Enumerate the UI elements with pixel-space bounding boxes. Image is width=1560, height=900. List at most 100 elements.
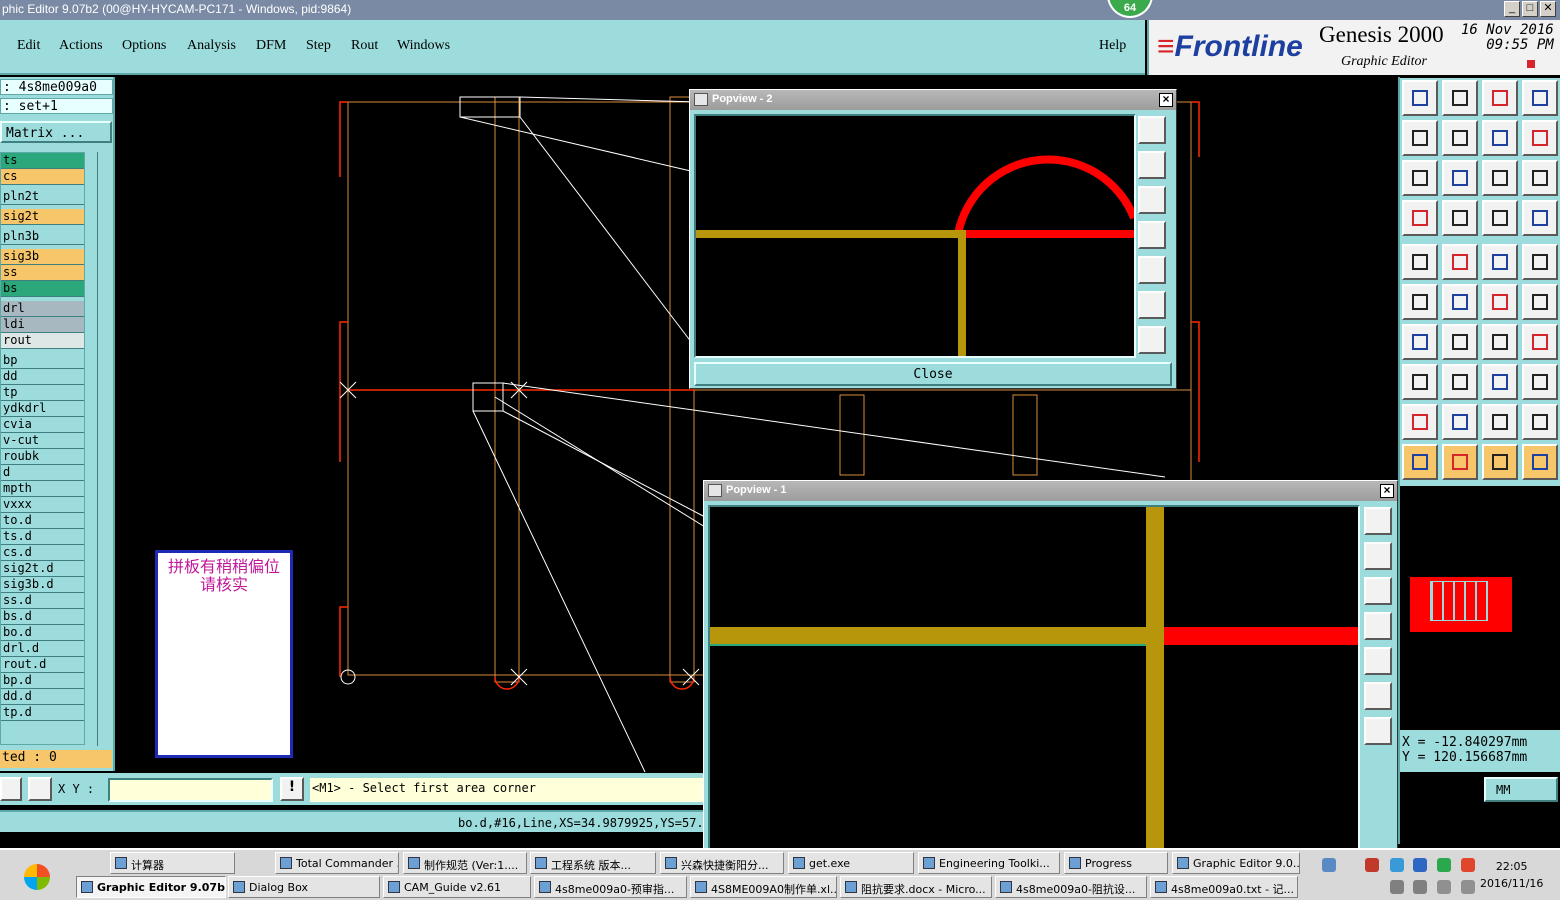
measure-icon[interactable] <box>1402 200 1438 236</box>
layer-row-to-d[interactable]: to.d <box>1 513 84 529</box>
layer-row-bp[interactable]: bp <box>1 353 84 369</box>
task-button[interactable]: CAM_Guide v2.61 <box>383 876 531 898</box>
pointer-tool-4-icon[interactable] <box>1522 444 1558 480</box>
layer-row-d[interactable]: d <box>1 465 84 481</box>
popview-zoom-icon-1[interactable] <box>1364 507 1392 535</box>
pad-tool-icon[interactable] <box>1402 244 1438 280</box>
node-tool-icon[interactable] <box>1402 284 1438 320</box>
matrix-button[interactable]: Matrix ... <box>0 121 112 143</box>
layer-row-roubk[interactable]: roubk <box>1 449 84 465</box>
line-tool-icon[interactable] <box>1442 324 1478 360</box>
popview-zoom-icon-6[interactable] <box>1138 291 1166 319</box>
layer-row-cvia[interactable]: cvia <box>1 417 84 433</box>
clock[interactable]: 22:05 2016/11/16 <box>1480 858 1543 892</box>
cross-tool-icon[interactable] <box>1442 284 1478 320</box>
popview-1-view[interactable] <box>708 505 1360 851</box>
net-select-icon[interactable] <box>1482 200 1518 236</box>
net-select-alt-icon[interactable] <box>1522 200 1558 236</box>
popview-2-view[interactable] <box>694 114 1138 360</box>
display-icon[interactable] <box>1390 880 1404 894</box>
layer-row-sig2t[interactable]: sig2t <box>1 209 84 225</box>
task-button[interactable]: 计算器 <box>110 852 235 874</box>
layer-row-dd-d[interactable]: dd.d <box>1 689 84 705</box>
xy-input[interactable] <box>108 778 273 802</box>
pan-right-icon[interactable] <box>1442 120 1478 156</box>
layer-row-cs[interactable]: cs <box>1 169 84 185</box>
popview-zoom-icon-7[interactable] <box>1364 717 1392 745</box>
layer-scrollbar[interactable] <box>97 152 112 746</box>
task-button[interactable]: 4s8me009a0-预审指... <box>534 876 687 898</box>
popview-zoom-icon-1[interactable] <box>1138 116 1166 144</box>
probe-icon[interactable] <box>1442 200 1478 236</box>
zoom-help-icon[interactable] <box>1522 160 1558 196</box>
layer-row-ydkdrl[interactable]: ydkdrl <box>1 401 84 417</box>
layer-row-ss-d[interactable]: ss.d <box>1 593 84 609</box>
layer-row-ldi[interactable]: ldi <box>1 317 84 333</box>
task-button[interactable]: 4s8me009a0-阻抗设... <box>995 876 1147 898</box>
task-button[interactable]: 兴森快捷衡阳分... <box>660 852 784 874</box>
layer-row-mpth[interactable]: mpth <box>1 481 84 497</box>
menu-rout[interactable]: Rout <box>351 38 378 54</box>
ruler-tool-icon[interactable] <box>1482 244 1518 280</box>
popview-zoom-icon-2[interactable] <box>1364 542 1392 570</box>
snap-icon[interactable] <box>0 777 22 801</box>
popview-zoom-icon-3[interactable] <box>1138 186 1166 214</box>
fill-tool-icon[interactable] <box>1522 364 1558 400</box>
pointer-tool-icon[interactable] <box>1402 444 1438 480</box>
a-tool-3-icon[interactable] <box>1522 404 1558 440</box>
task-button[interactable]: get.exe <box>788 852 914 874</box>
menu-edit[interactable]: Edit <box>17 38 40 54</box>
triangle-tool-icon[interactable] <box>1402 404 1438 440</box>
task-button[interactable]: Dialog Box <box>228 876 380 898</box>
layer-row-sig3b[interactable]: sig3b <box>1 249 84 265</box>
shield-icon[interactable] <box>1437 858 1451 872</box>
pan-fit-icon[interactable] <box>1522 120 1558 156</box>
task-button[interactable]: 工程系统 版本... <box>530 852 656 874</box>
popview-zoom-icon-4[interactable] <box>1364 612 1392 640</box>
zoom-home-icon[interactable] <box>1402 80 1438 116</box>
layer-row-sig3b-d[interactable]: sig3b.d <box>1 577 84 593</box>
close-icon[interactable]: × <box>1159 93 1173 107</box>
box-tool-icon[interactable] <box>1482 364 1518 400</box>
layer-row-drl-d[interactable]: drl.d <box>1 641 84 657</box>
task-button[interactable]: 4s8me009a0.txt - 记... <box>1150 876 1298 898</box>
zoom-ratio-icon[interactable] <box>1482 160 1518 196</box>
task-button[interactable]: Engineering Toolki... <box>918 852 1060 874</box>
layer-row-pln2t[interactable]: pln2t <box>1 189 84 205</box>
task-button[interactable]: 阻抗要求.docx - Micro... <box>840 876 992 898</box>
start-icon[interactable] <box>24 864 50 890</box>
menu-step[interactable]: Step <box>306 38 331 54</box>
task-button[interactable]: Graphic Editor 9.07b... <box>76 876 226 898</box>
battery-icon[interactable] <box>1437 880 1451 894</box>
maximize-button[interactable]: □ <box>1522 1 1538 17</box>
grid-icon[interactable] <box>28 777 52 801</box>
menu-windows[interactable]: Windows <box>397 38 450 54</box>
layer-row-ts-d[interactable]: ts.d <box>1 529 84 545</box>
snap-tool-icon[interactable] <box>1482 284 1518 320</box>
layer-row-tp[interactable]: tp <box>1 385 84 401</box>
layer-row-pln3b[interactable]: pln3b <box>1 229 84 245</box>
mini-map[interactable] <box>1410 577 1512 632</box>
pan-left-icon[interactable] <box>1402 120 1438 156</box>
monitor-icon[interactable] <box>1413 880 1427 894</box>
layer-row-ss[interactable]: ss <box>1 265 84 281</box>
angle-tool-icon[interactable] <box>1402 324 1438 360</box>
popview-zoom-icon-7[interactable] <box>1138 326 1166 354</box>
circle-tool-icon[interactable] <box>1522 244 1558 280</box>
zoom-page-icon[interactable] <box>1442 80 1478 116</box>
layer-row-bo-d[interactable]: bo.d <box>1 625 84 641</box>
layer-row-ts[interactable]: ts <box>1 153 84 169</box>
popview-zoom-icon-4[interactable] <box>1138 221 1166 249</box>
popview-zoom-icon-2[interactable] <box>1138 151 1166 179</box>
task-button[interactable]: Total Commander ... <box>275 852 399 874</box>
app-tray-icon[interactable] <box>1461 858 1475 872</box>
layer-row-tp-d[interactable]: tp.d <box>1 705 84 721</box>
layer-row-dd[interactable]: dd <box>1 369 84 385</box>
alert-icon[interactable]: ! <box>280 777 304 801</box>
minimize-button[interactable]: _ <box>1504 1 1520 17</box>
a-tool-2-icon[interactable] <box>1482 404 1518 440</box>
feature-tool-icon[interactable] <box>1522 324 1558 360</box>
a-tool-icon[interactable] <box>1442 404 1478 440</box>
popview-zoom-icon-3[interactable] <box>1364 577 1392 605</box>
pointer-tool-2-icon[interactable] <box>1442 444 1478 480</box>
